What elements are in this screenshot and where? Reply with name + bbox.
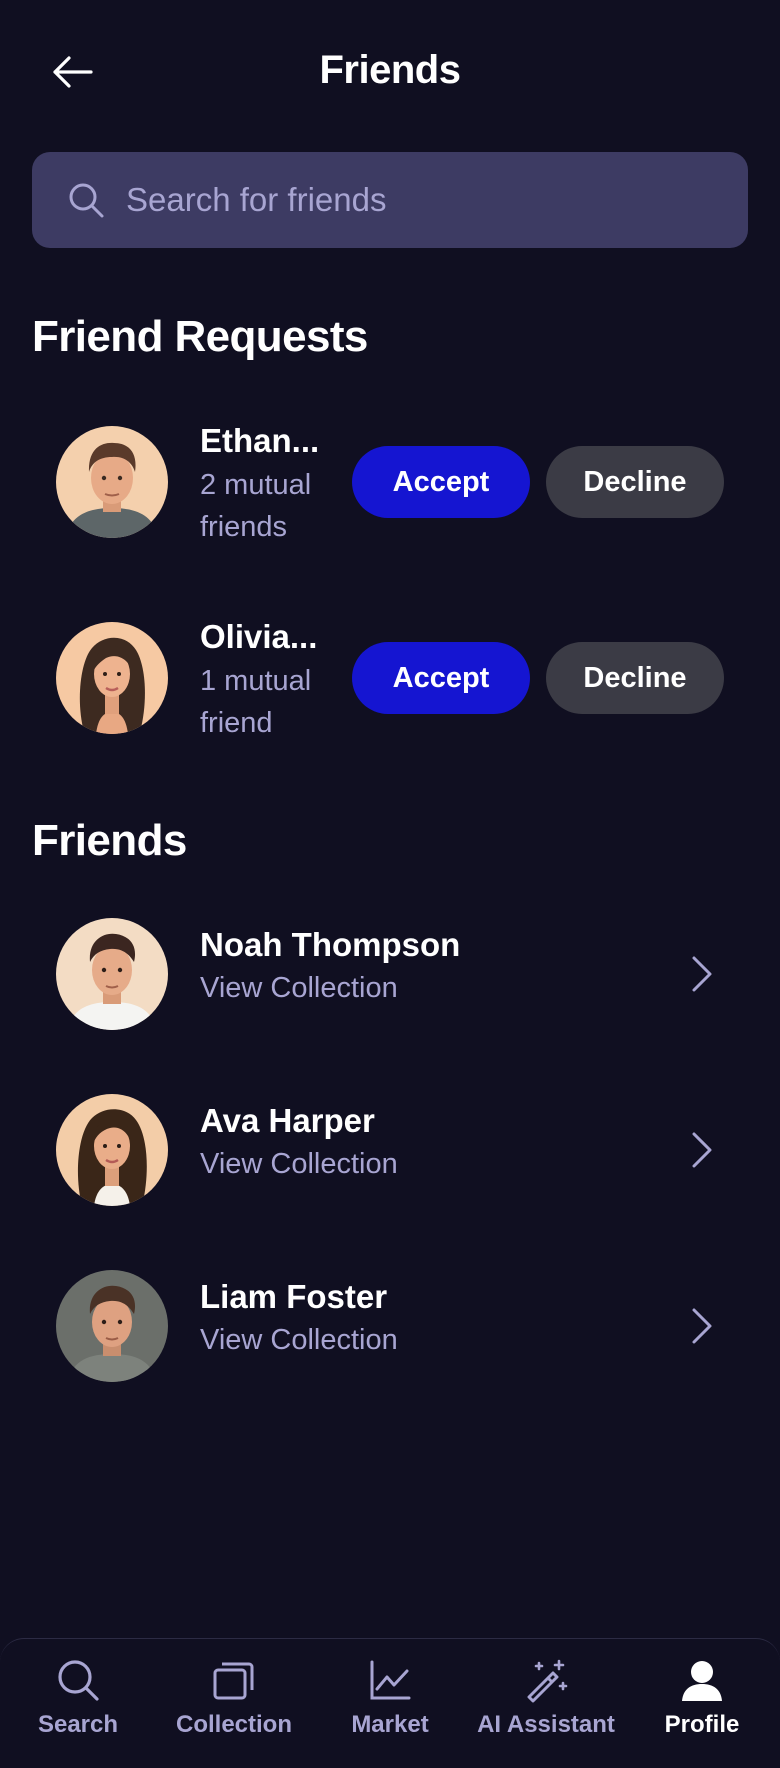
decline-button[interactable]: Decline [546,642,724,714]
friend-name: Noah Thompson [200,926,461,963]
chevron-right-icon [692,956,712,992]
request-name: Ethan... [200,422,320,459]
accept-button[interactable]: Accept [352,642,530,714]
view-collection-link[interactable]: View Collection [200,1148,398,1181]
avatar [56,918,168,1030]
nav-label: Collection [175,1711,292,1738]
view-collection-link[interactable]: View Collection [200,972,398,1005]
view-collection-link[interactable]: View Collection [200,1324,398,1357]
friend-row[interactable]: Ava Harper View Collection [0,1076,780,1226]
friends-heading: Friends [32,816,187,865]
user-icon [682,1661,722,1701]
avatar [56,1270,168,1382]
nav-market[interactable]: Market [312,1657,468,1739]
nav-search[interactable]: Search [0,1657,156,1739]
search-icon [69,183,104,218]
header: Friends [0,0,780,145]
search-icon [58,1660,99,1701]
search-bar[interactable] [32,152,748,248]
friend-request-row: Olivia... 1 mutual friend Accept Decline [0,604,780,754]
friends-screen: Friends Friend Requests Ethan... 2 mutua… [0,0,780,1768]
friend-name: Liam Foster [200,1278,388,1315]
friend-row[interactable]: Liam Foster View Collection [0,1252,780,1402]
bottom-nav: Search Collection Market AI Assistant Pr… [0,1638,780,1768]
friend-name: Ava Harper [200,1102,375,1139]
accept-button[interactable]: Accept [352,446,530,518]
mutual-friends-count: 1 mutual friend [200,665,312,739]
nav-label: Search [37,1711,119,1738]
chevron-right-icon [692,1308,712,1344]
avatar [56,426,168,538]
mutual-friends-count: 2 mutual friends [200,469,312,543]
nav-collection[interactable]: Collection [156,1657,312,1739]
friend-requests-heading: Friend Requests [32,312,368,361]
nav-profile[interactable]: Profile [624,1657,780,1739]
collection-icon [213,1662,254,1700]
search-input[interactable] [126,181,726,219]
page-title: Friends [319,48,461,92]
magic-wand-icon [527,1659,568,1703]
chart-line-icon [370,1660,411,1700]
friend-row[interactable]: Noah Thompson View Collection [0,900,780,1050]
avatar [56,622,168,734]
nav-ai-assistant[interactable]: AI Assistant [468,1657,624,1739]
friend-request-row: Ethan... 2 mutual friends Accept Decline [0,408,780,558]
avatar [56,1094,168,1206]
chevron-right-icon [692,1132,712,1168]
request-name: Olivia... [200,618,318,655]
nav-label: Profile [664,1711,740,1738]
nav-label: Market [351,1711,429,1738]
decline-button[interactable]: Decline [546,446,724,518]
nav-label: AI Assistant [477,1711,615,1738]
